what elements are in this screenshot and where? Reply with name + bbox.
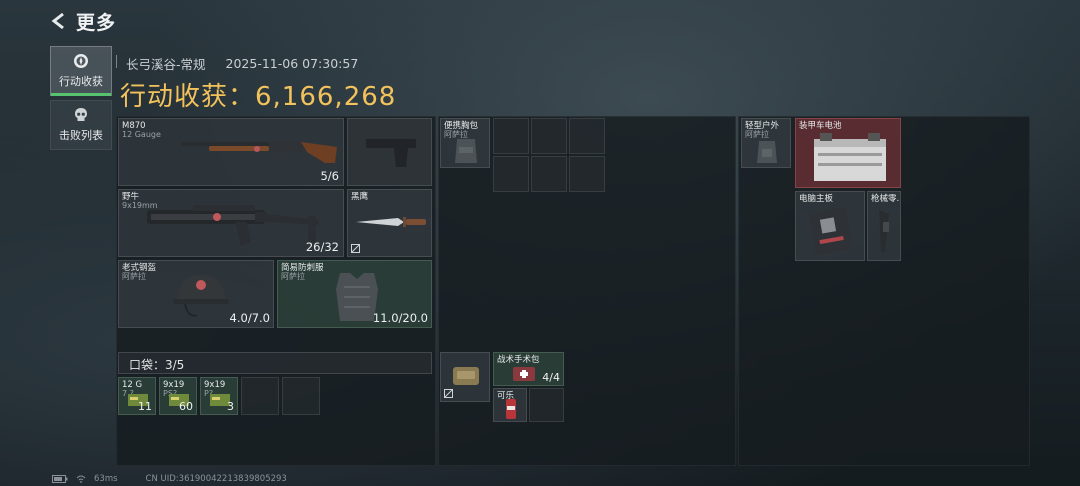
secondary-weapon-slot[interactable]: 野牛 9x19mm 26/32 [118,189,344,257]
pocket-header: 口袋：3/5 [118,352,432,374]
ammo-count: 5/6 [320,169,339,183]
compass-icon [74,54,88,68]
tab-label: 击败列表 [59,129,103,142]
rig-slot-empty[interactable] [493,118,529,154]
item-qty: 60 [179,400,193,413]
pocket-item[interactable]: 12 G 7.? 11 [118,377,156,415]
pouch-slot-empty[interactable] [529,388,564,422]
loot-item-battery[interactable]: 装甲车电池 [795,118,901,188]
item-qty: 3 [227,400,234,413]
chest-rig-icon [455,139,477,163]
melee-name: 黑鹰 [351,192,369,202]
armor-origin: 阿萨拉 [281,272,305,281]
wifi-icon [76,475,86,483]
ping-text: 63ms [94,474,118,484]
loot-item-gun-parts[interactable]: 枪械零... [867,191,901,261]
tab-operation-haul[interactable]: 行动收获 [50,46,112,96]
melee-slot[interactable]: 黑鹰 [347,189,432,257]
raid-datetime: 2025-11-06 07:30:57 [225,56,359,71]
page-title: 更多 [76,11,117,34]
rig-slot-empty[interactable] [569,156,605,192]
gun-parts-icon [879,210,889,252]
lock-icon [444,389,453,398]
battery-icon [814,133,886,181]
backpack-icon [757,141,777,163]
back-button[interactable]: 更多 [50,10,117,34]
pocket-slot-empty[interactable] [282,377,320,415]
primary-weapon-slot[interactable]: M870 12 Gauge 5/6 [118,118,344,186]
body-armor-slot[interactable]: 简易防刺服 阿萨拉 11.0/20.0 [277,260,432,328]
item-name: 枪械零... [871,194,900,204]
knife-icon [356,217,426,227]
rig-slot-empty[interactable] [531,156,567,192]
rig-slot-empty[interactable] [493,156,529,192]
pistol-placeholder-icon [366,139,416,167]
item-qty: 11 [138,400,152,413]
helmet-durability: 4.0/7.0 [229,311,270,325]
divider [116,55,117,68]
helmet-slot[interactable]: 老式钢盔 阿萨拉 4.0/7.0 [118,260,274,328]
skull-icon [75,108,87,121]
item-name: 电脑主板 [799,194,834,204]
battery-status-icon [52,475,68,483]
pouch-item[interactable]: 战术手术包 4/4 [493,352,564,386]
ammo-count: 26/32 [305,240,339,254]
pouch-slot[interactable] [440,352,490,402]
pocket-item[interactable]: 9x19 P? 3 [200,377,238,415]
status-footer: 63ms CN UID:36190042213839805293 [52,474,287,484]
uid-text: CN UID:36190042213839805293 [145,474,287,484]
back-arrow-icon [51,12,64,30]
backpack-slot[interactable]: 轻型户外 阿萨拉 [741,118,791,168]
rig-slot-empty[interactable] [569,118,605,154]
rig-slot-empty[interactable] [531,118,567,154]
chest-rig-slot[interactable]: 便携胸包 阿萨拉 [440,118,490,168]
item-name: 战术手术包 [497,355,540,365]
pistol-slot-empty[interactable] [347,118,432,186]
item-qty: 4/4 [542,371,560,384]
motherboard-icon [808,207,854,255]
pouch-icon [453,367,479,385]
lock-icon [351,244,360,253]
map-name: 长弓溪谷-常规 [126,57,206,72]
tab-label: 行动收获 [59,75,103,88]
weapon-caliber: 12 Gauge [122,130,161,139]
pouch-item[interactable]: 可乐 [493,388,527,422]
helmet-origin: 阿萨拉 [122,272,146,281]
shotgun-icon [181,141,337,163]
armor-durability: 11.0/20.0 [372,311,428,325]
pocket-item[interactable]: 9x19 PS? 60 [159,377,197,415]
medkit-icon [513,367,535,381]
soda-can-icon [506,399,516,419]
raid-meta: 长弓溪谷-常规 2025-11-06 07:30:57 [116,54,359,73]
loot-item-motherboard[interactable]: 电脑主板 [795,191,865,261]
haul-value: 行动收获：6,166,268 [120,82,397,112]
helmet-icon [173,275,229,317]
tab-kill-list[interactable]: 击败列表 [50,100,112,150]
pocket-slot-empty[interactable] [241,377,279,415]
